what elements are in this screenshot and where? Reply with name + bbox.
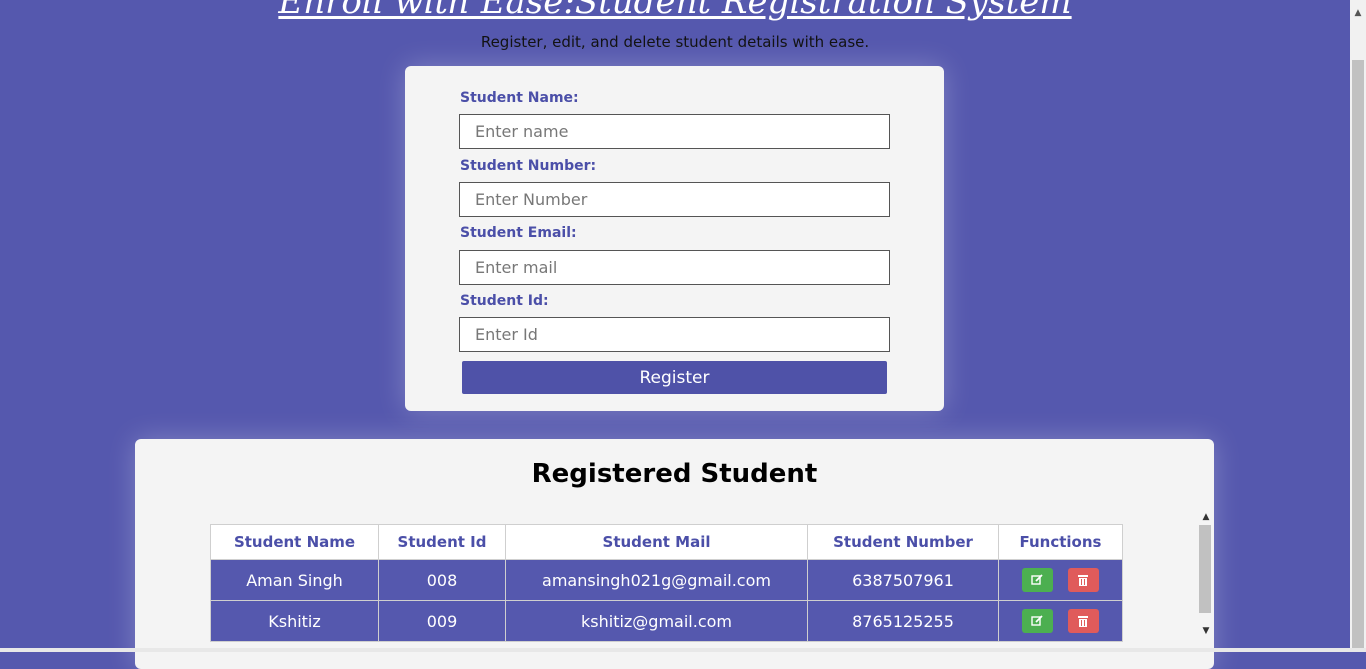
edit-icon <box>1031 615 1043 626</box>
trash-icon <box>1078 616 1089 627</box>
cell-student-number: 6387507961 <box>807 559 999 601</box>
delete-button[interactable] <box>1068 609 1100 633</box>
student-id-input[interactable] <box>459 317 890 352</box>
column-header-mail: Student Mail <box>505 524 808 560</box>
scroll-down-icon[interactable]: ▼ <box>1198 625 1214 637</box>
table-header-row: Student Name Student Id Student Mail Stu… <box>210 524 1123 560</box>
cell-student-id: 009 <box>378 600 506 642</box>
page-subtitle: Register, edit, and delete student detai… <box>480 33 870 51</box>
cell-student-name: Aman Singh <box>210 559 379 601</box>
student-email-input[interactable] <box>459 250 890 285</box>
cell-functions <box>998 559 1123 601</box>
table-scrollbar[interactable]: ▲ ▼ <box>1198 511 1214 641</box>
student-id-label: Student Id: <box>460 293 549 309</box>
table-title: Registered Student <box>531 459 818 489</box>
student-name-label: Student Name: <box>460 90 579 106</box>
page-title: Enroll with Ease:Student Registration Sy… <box>278 0 1072 22</box>
student-name-input[interactable] <box>459 114 890 149</box>
edit-button[interactable] <box>1021 609 1053 633</box>
register-button[interactable]: Register <box>462 361 887 394</box>
student-number-label: Student Number: <box>460 158 597 174</box>
table-row: Kshitiz 009 kshitiz@gmail.com 8765125255 <box>210 600 1123 642</box>
column-header-name: Student Name <box>210 524 379 560</box>
cell-student-name: Kshitiz <box>210 600 379 642</box>
column-header-number: Student Number <box>807 524 999 560</box>
edit-icon <box>1031 574 1043 585</box>
registration-form: Student Name: Student Number: Student Em… <box>405 66 944 411</box>
cell-student-id: 008 <box>378 559 506 601</box>
student-number-input[interactable] <box>459 182 890 217</box>
column-header-id: Student Id <box>378 524 506 560</box>
page: Enroll with Ease:Student Registration Sy… <box>0 0 1350 669</box>
cell-functions <box>998 600 1123 642</box>
page-scrollbar[interactable]: ▲ <box>1350 0 1366 652</box>
cell-student-mail: amansingh021g@gmail.com <box>505 559 808 601</box>
column-header-functions: Functions <box>998 524 1123 560</box>
registered-students-panel: Registered Student Student Name Student … <box>135 439 1214 669</box>
table-row: Aman Singh 008 amansingh021g@gmail.com 6… <box>210 559 1123 601</box>
cell-student-mail: kshitiz@gmail.com <box>505 600 808 642</box>
page-scroll-up-icon[interactable]: ▲ <box>1350 8 1366 20</box>
delete-button[interactable] <box>1068 568 1100 592</box>
edit-button[interactable] <box>1021 568 1053 592</box>
students-table: Student Name Student Id Student Mail Stu… <box>210 524 1123 642</box>
page-scrollbar-thumb[interactable] <box>1352 60 1364 648</box>
trash-icon <box>1078 575 1089 586</box>
browser-bottom-strip <box>0 648 1366 652</box>
cell-student-number: 8765125255 <box>807 600 999 642</box>
student-email-label: Student Email: <box>460 225 577 241</box>
table-scrollbar-thumb[interactable] <box>1199 525 1211 613</box>
scroll-up-icon[interactable]: ▲ <box>1198 511 1214 523</box>
